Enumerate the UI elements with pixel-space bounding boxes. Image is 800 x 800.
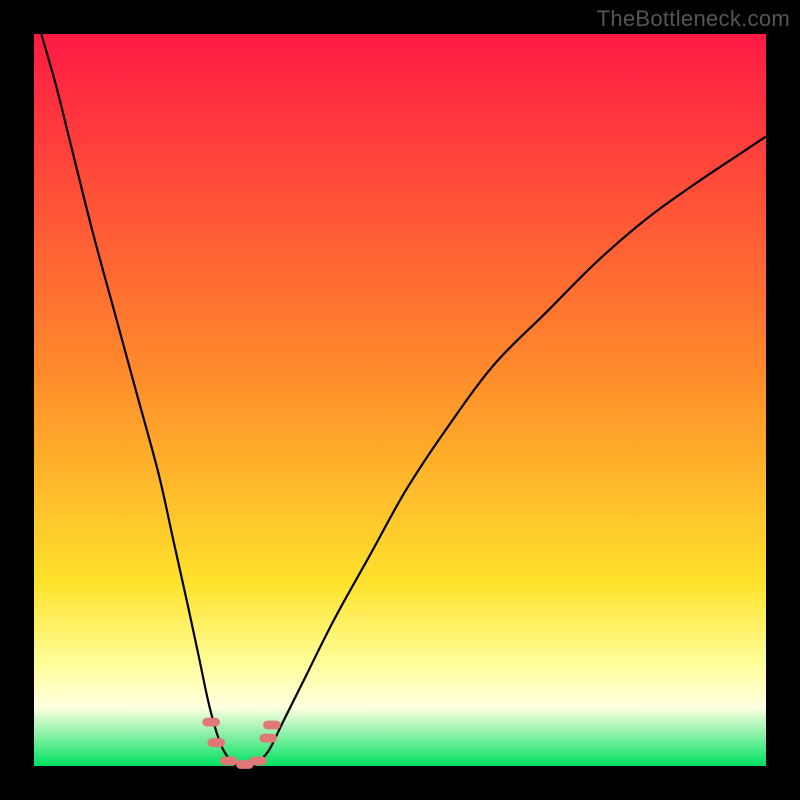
- marker-5: [259, 734, 277, 743]
- marker-6: [263, 721, 281, 730]
- plot-area: [34, 34, 766, 766]
- marker-4: [249, 756, 267, 765]
- marker-2: [220, 756, 238, 765]
- marker-0: [202, 718, 220, 727]
- marker-1: [207, 738, 225, 747]
- watermark-text: TheBottleneck.com: [597, 6, 790, 32]
- bottleneck-chart: [0, 0, 800, 800]
- chart-frame: TheBottleneck.com: [0, 0, 800, 800]
